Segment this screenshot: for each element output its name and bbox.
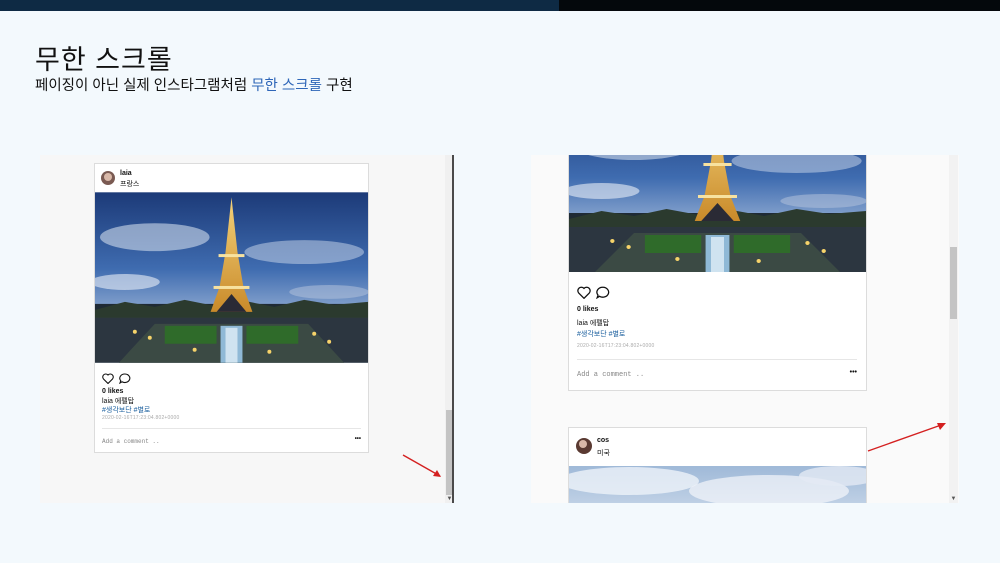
more-options-button[interactable]: ••• [355, 436, 361, 442]
post-card: laia 프랑스 0 likes laia 에펠탑 #생각보단 #별로 2020… [94, 163, 369, 453]
post-date: 2020-02-16T17:23:04.802+0000 [102, 415, 180, 421]
comment-input[interactable]: Add a comment .. [577, 371, 644, 379]
post-username[interactable]: laia [120, 170, 132, 177]
left-browser-panel: laia 프랑스 0 likes laia 에펠탑 #생각보단 #별로 2020… [40, 155, 454, 503]
likes-count: 0 likes [577, 306, 599, 313]
subtitle-pre: 페이징이 아닌 실제 인스타그램처럼 [35, 78, 252, 94]
slide-subtitle: 페이징이 아닌 실제 인스타그램처럼 무한 스크롤 구현 [35, 74, 353, 95]
red-pointer-arrow [867, 423, 946, 452]
subtitle-post: 구현 [321, 78, 353, 94]
post-photo [95, 192, 368, 363]
panel-divider [452, 155, 454, 503]
post-location: 미국 [597, 450, 610, 457]
red-pointer-arrow [402, 454, 441, 477]
post-card-2: cos 미국 [568, 427, 867, 503]
slide-title: 무한 스크롤 [35, 45, 173, 75]
post-photo-1 [569, 155, 866, 272]
comment-input[interactable]: Add a comment .. [102, 438, 160, 445]
heart-icon[interactable] [102, 371, 114, 389]
comment-icon[interactable] [595, 286, 610, 304]
post-caption: laia 에펠탑 [577, 320, 610, 327]
post-card-1: 0 likes laia 에펠탑 #생각보단 #별로 2020-02-16T17… [568, 155, 867, 391]
scrollbar[interactable]: ▼ [949, 155, 958, 503]
post-location: 프랑스 [120, 181, 140, 188]
post-header: laia 프랑스 [95, 164, 368, 192]
comment-row: Add a comment .. ••• [577, 359, 857, 388]
avatar[interactable] [101, 171, 115, 185]
post-photo-2 [569, 466, 866, 503]
scroll-thumb[interactable] [950, 247, 957, 319]
likes-count: 0 likes [102, 388, 124, 395]
post-date: 2020-02-16T17:23:04.802+0000 [577, 343, 655, 349]
subtitle-highlight: 무한 스크롤 [251, 78, 322, 94]
heart-icon[interactable] [577, 286, 591, 304]
top-bar [0, 0, 1000, 11]
scroll-down-arrow-icon[interactable]: ▼ [949, 495, 958, 503]
more-options-button[interactable]: ••• [850, 369, 857, 376]
post-tags[interactable]: #생각보단 #별로 [577, 329, 625, 339]
comment-icon[interactable] [118, 371, 131, 389]
top-bar-right [559, 0, 1000, 11]
comment-row: Add a comment .. ••• [102, 428, 361, 451]
post-actions [95, 363, 368, 385]
top-bar-left [0, 0, 559, 11]
avatar[interactable] [576, 438, 592, 454]
post-actions-1 [569, 272, 866, 300]
post-username[interactable]: cos [597, 437, 609, 444]
post-tags[interactable]: #생각보단 #별로 [102, 405, 150, 415]
post-header-2: cos 미국 [569, 428, 866, 466]
